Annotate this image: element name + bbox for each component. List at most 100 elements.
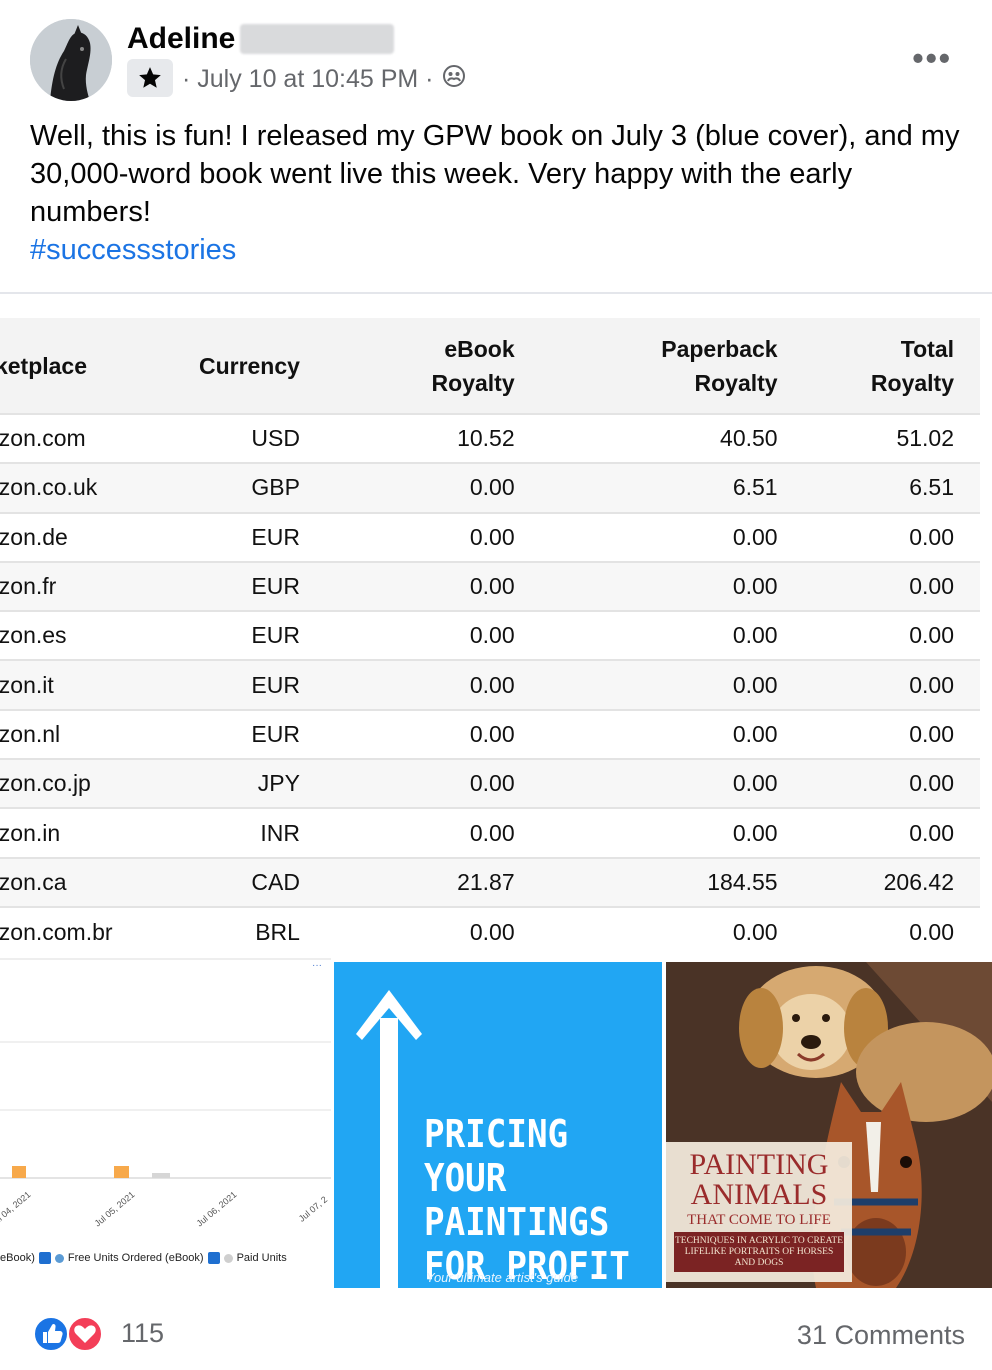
- table-cell: azon.es: [0, 610, 196, 661]
- hashtag-link[interactable]: #successstories: [30, 231, 970, 269]
- table-cell: 0.00: [777, 560, 980, 612]
- table-cell: 0.00: [777, 807, 980, 858]
- table-row: azon.esEUR0.000.000.00: [0, 610, 980, 661]
- table-cell: 51.02: [777, 412, 980, 464]
- table-cell: EUR: [195, 659, 300, 710]
- checkbox-icon: [207, 1252, 220, 1264]
- table-cell: 0.00: [514, 659, 778, 710]
- checkbox-icon: [38, 1252, 51, 1264]
- column-header: rketplace: [0, 318, 196, 414]
- table-cell: 0.00: [514, 807, 778, 858]
- table-cell: 0.00: [514, 905, 778, 954]
- column-header: Paperback Royalty: [514, 318, 778, 414]
- more-options-icon[interactable]: •••: [912, 40, 952, 77]
- post-footer: 115 31 Comments: [0, 1296, 992, 1370]
- table-cell: EUR: [195, 708, 300, 760]
- table-cell: GBP: [195, 462, 300, 513]
- table-cell: 0.00: [777, 708, 980, 760]
- table-cell: 0.00: [299, 807, 515, 858]
- group-icon: [442, 64, 466, 95]
- post-body: Well, this is fun! I released my GPW boo…: [30, 117, 970, 269]
- table-cell: USD: [195, 412, 300, 464]
- book-cover-pricing[interactable]: PRICING YOUR PAINTINGS FOR PROFIT Your u…: [334, 962, 662, 1288]
- chart-legend: eBook) Free Units Ordered (eBook) Paid U…: [0, 1252, 287, 1264]
- chart-bar: [152, 1173, 170, 1178]
- table-cell: azon.co.uk: [0, 462, 196, 513]
- table-row: azon.inINR0.000.000.00: [0, 807, 980, 858]
- table-cell: 206.42: [777, 856, 980, 907]
- photo-grid: ··· Jul 04, 2021 Jul 05, 2021 Jul 06, 20…: [0, 958, 992, 1292]
- book-title: PRICING YOUR PAINTINGS FOR PROFIT: [424, 1112, 630, 1288]
- table-cell: azon.ca: [0, 856, 196, 907]
- book-cover-animals[interactable]: PAINTING ANIMALS THAT COME TO LIFE TECHN…: [666, 962, 992, 1288]
- post-date[interactable]: · July 10 at 10:45 PM ·: [182, 65, 434, 94]
- table-row: azon.nlEUR0.000.000.00: [0, 708, 980, 760]
- redacted-surname: [240, 24, 394, 54]
- chart-bar: [114, 1166, 129, 1178]
- table-cell: 0.00: [514, 610, 778, 661]
- table-cell: 0.00: [514, 708, 778, 760]
- table-cell: azon.it: [0, 659, 196, 710]
- table-cell: azon.de: [0, 511, 196, 562]
- table-cell: 0.00: [514, 511, 778, 562]
- royalty-table: rketplaceCurrencyeBookRoyaltyPaperbackRo…: [0, 318, 980, 954]
- column-header: Total Royalty: [777, 318, 980, 414]
- table-cell: 6.51: [777, 462, 980, 513]
- table-cell: azon.fr: [0, 560, 196, 612]
- table-cell: JPY: [195, 758, 300, 809]
- table-row: azon.com.brBRL0.000.000.00: [0, 905, 980, 954]
- table-cell: 0.00: [514, 758, 778, 809]
- table-row: azon.itEUR0.000.000.00: [0, 659, 980, 710]
- author-avatar[interactable]: [30, 19, 112, 101]
- reaction-icons[interactable]: [33, 1316, 107, 1352]
- table-body: azon.comUSD10.5240.5051.02azon.co.ukGBP0…: [0, 412, 980, 954]
- table-cell: 0.00: [299, 758, 515, 809]
- legend-dot: [54, 1253, 64, 1263]
- book-subtitle: Your ultimate artist's guide: [426, 1270, 579, 1285]
- table-cell: BRL: [195, 905, 300, 954]
- chart-thumbnail[interactable]: ··· Jul 04, 2021 Jul 05, 2021 Jul 06, 20…: [0, 958, 331, 1292]
- table-cell: 0.00: [514, 560, 778, 612]
- table-cell: 184.55: [514, 856, 778, 907]
- table-cell: INR: [195, 807, 300, 858]
- table-cell: azon.com: [0, 412, 196, 464]
- table-cell: 0.00: [299, 610, 515, 661]
- author-name[interactable]: Adeline: [127, 22, 235, 56]
- star-icon[interactable]: [127, 59, 173, 97]
- post-meta: · July 10 at 10:45 PM ·: [182, 64, 466, 95]
- column-header: Currency: [195, 318, 300, 414]
- table-cell: EUR: [195, 511, 300, 562]
- table-cell: 0.00: [299, 511, 515, 562]
- table-row: azon.co.jpJPY0.000.000.00: [0, 758, 980, 809]
- table-cell: azon.nl: [0, 708, 196, 760]
- love-icon: [67, 1316, 103, 1352]
- table-cell: azon.com.br: [0, 905, 196, 954]
- table-cell: 0.00: [299, 659, 515, 710]
- table-cell: 0.00: [299, 462, 515, 513]
- table-cell: azon.co.jp: [0, 758, 196, 809]
- table-cell: EUR: [195, 610, 300, 661]
- table-cell: EUR: [195, 560, 300, 612]
- chart-bar: [12, 1166, 26, 1178]
- table-row: azon.co.ukGBP0.006.516.51: [0, 462, 980, 513]
- table-cell: 0.00: [777, 905, 980, 954]
- post-text: Well, this is fun! I released my GPW boo…: [30, 120, 960, 228]
- table-cell: CAD: [195, 856, 300, 907]
- table-cell: 0.00: [299, 708, 515, 760]
- table-header-row: rketplaceCurrencyeBookRoyaltyPaperbackRo…: [0, 318, 980, 414]
- svg-text:···: ···: [312, 960, 322, 971]
- table-cell: 6.51: [514, 462, 778, 513]
- column-header: eBook Royalty: [299, 318, 515, 414]
- table-row: azon.deEUR0.000.000.00: [0, 511, 980, 562]
- table-cell: 0.00: [777, 610, 980, 661]
- table-cell: 40.50: [514, 412, 778, 464]
- legend-dot: [223, 1253, 233, 1263]
- reaction-count[interactable]: 115: [121, 1318, 164, 1349]
- table-cell: 21.87: [299, 856, 515, 907]
- comments-link[interactable]: 31 Comments: [797, 1320, 965, 1351]
- table-cell: azon.in: [0, 807, 196, 858]
- royalty-table-image[interactable]: rketplaceCurrencyeBookRoyaltyPaperbackRo…: [0, 292, 992, 954]
- table-row: azon.caCAD21.87184.55206.42: [0, 856, 980, 907]
- table-cell: 10.52: [299, 412, 515, 464]
- like-icon: [33, 1316, 69, 1352]
